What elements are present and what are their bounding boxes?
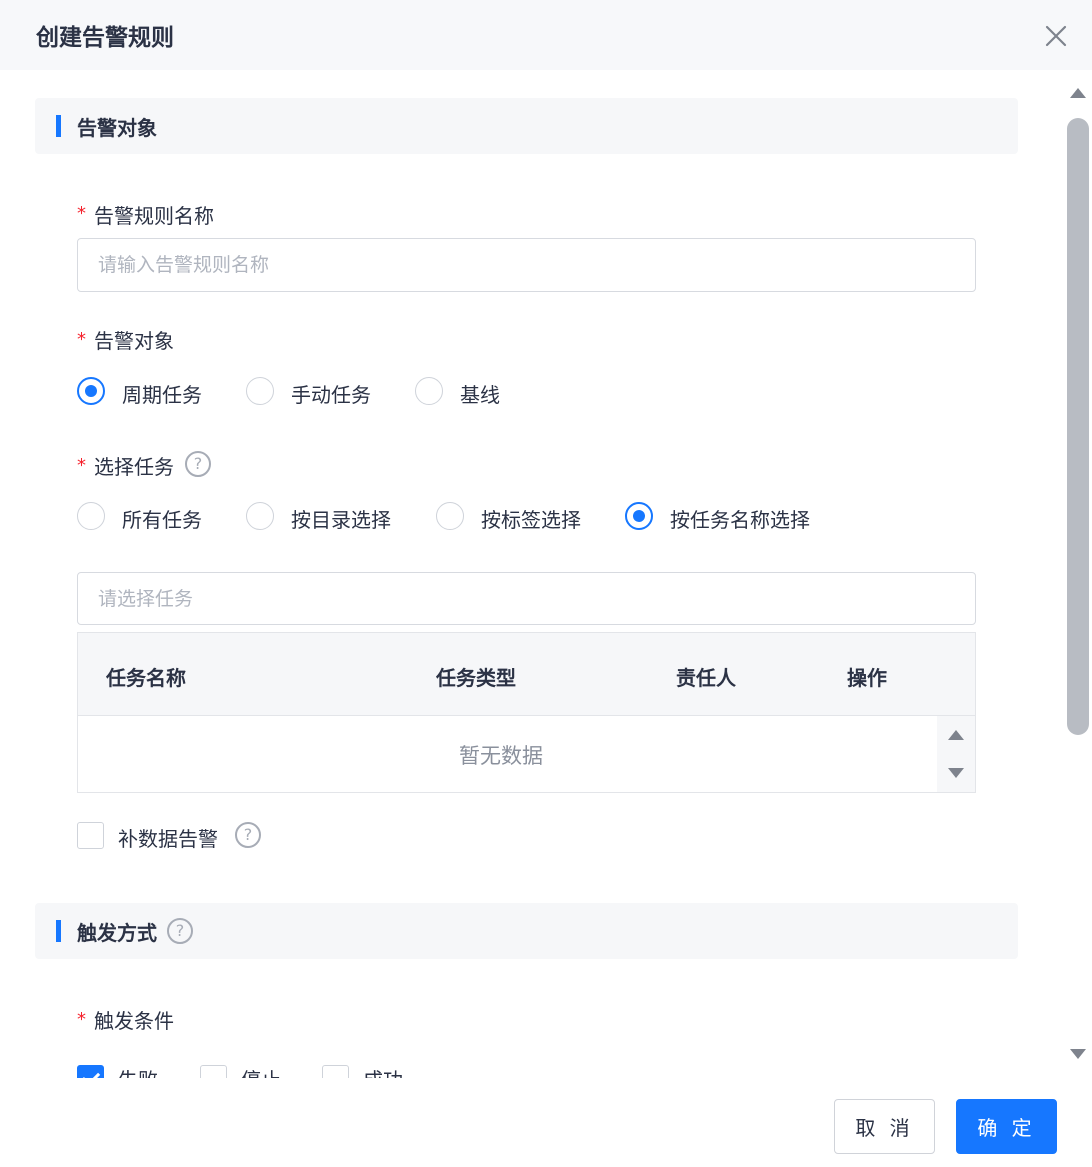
scroll-down-icon[interactable]: [948, 768, 964, 778]
radio-by-tag[interactable]: [436, 502, 464, 530]
section-header-trigger: 触发方式 ?: [35, 903, 1018, 959]
radio-periodic-task[interactable]: [77, 377, 105, 405]
radio-manual-task[interactable]: [246, 377, 274, 405]
scrollbar-thumb[interactable]: [1067, 118, 1089, 735]
required-mark: *: [77, 1009, 86, 1030]
radio-label-periodic-task[interactable]: 周期任务: [122, 379, 202, 408]
task-table: 任务名称 任务类型 责任人 操作 暂无数据: [77, 632, 976, 793]
column-header-task-type: 任务类型: [436, 666, 516, 690]
radio-by-task-name[interactable]: [625, 502, 653, 530]
cancel-button[interactable]: 取 消: [834, 1099, 935, 1154]
section-title-target: 告警对象: [77, 116, 157, 140]
task-select-input[interactable]: [77, 572, 976, 625]
table-scrollbar[interactable]: [937, 716, 975, 792]
radio-label-manual-task[interactable]: 手动任务: [291, 379, 371, 408]
checkbox-label-success[interactable]: 成功: [363, 1064, 403, 1078]
close-button[interactable]: [1040, 20, 1072, 52]
help-icon[interactable]: ?: [235, 822, 261, 848]
column-header-task-name: 任务名称: [106, 666, 186, 690]
dialog-footer: 取 消 确 定: [0, 1078, 1092, 1167]
section-accent-bar: [56, 920, 61, 942]
checkbox-label-stopped[interactable]: 停止: [241, 1064, 281, 1078]
required-mark: *: [77, 455, 86, 476]
radio-label-by-directory[interactable]: 按目录选择: [291, 504, 391, 533]
required-mark: *: [77, 203, 86, 224]
table-empty-text: 暂无数据: [459, 744, 543, 768]
backfill-alert-checkbox[interactable]: [77, 822, 104, 849]
select-task-label: 选择任务: [94, 455, 174, 479]
help-icon[interactable]: ?: [185, 451, 211, 477]
checkbox-label-failed[interactable]: 失败: [118, 1064, 158, 1078]
help-icon[interactable]: ?: [167, 918, 193, 944]
dialog-body: 告警对象 * 告警规则名称 * 告警对象 周期任务 手动任务 基线 * 选择任务…: [0, 70, 1060, 1078]
close-icon[interactable]: [1040, 20, 1072, 52]
required-mark: *: [77, 329, 86, 350]
checkbox-failed[interactable]: [77, 1065, 104, 1078]
dialog-scrollbar[interactable]: [1060, 70, 1092, 1078]
dialog-header: 创建告警规则: [0, 0, 1092, 70]
table-header: 任务名称 任务类型 责任人 操作: [78, 633, 975, 716]
radio-label-by-tag[interactable]: 按标签选择: [481, 504, 581, 533]
radio-label-all-tasks[interactable]: 所有任务: [122, 504, 202, 533]
dialog-title: 创建告警规则: [36, 25, 174, 51]
column-header-owner: 责任人: [676, 666, 736, 690]
checkbox-success[interactable]: [322, 1065, 349, 1078]
scroll-down-icon[interactable]: [1070, 1049, 1086, 1059]
radio-baseline[interactable]: [415, 377, 443, 405]
radio-label-baseline[interactable]: 基线: [460, 379, 500, 408]
section-title-trigger: 触发方式: [77, 921, 157, 945]
section-header-target: 告警对象: [35, 98, 1018, 154]
radio-by-directory[interactable]: [246, 502, 274, 530]
alert-object-label: 告警对象: [94, 329, 174, 353]
checkbox-stopped[interactable]: [200, 1065, 227, 1078]
backfill-alert-label[interactable]: 补数据告警: [118, 823, 218, 852]
rule-name-input[interactable]: [77, 238, 976, 292]
trigger-condition-label: 触发条件: [94, 1009, 174, 1033]
column-header-action: 操作: [847, 666, 887, 690]
rule-name-label: 告警规则名称: [94, 204, 214, 228]
radio-all-tasks[interactable]: [77, 502, 105, 530]
radio-label-by-task-name[interactable]: 按任务名称选择: [670, 504, 810, 533]
scroll-up-icon[interactable]: [1070, 88, 1086, 98]
scroll-up-icon[interactable]: [948, 730, 964, 740]
confirm-button[interactable]: 确 定: [956, 1099, 1057, 1154]
section-accent-bar: [56, 115, 61, 137]
